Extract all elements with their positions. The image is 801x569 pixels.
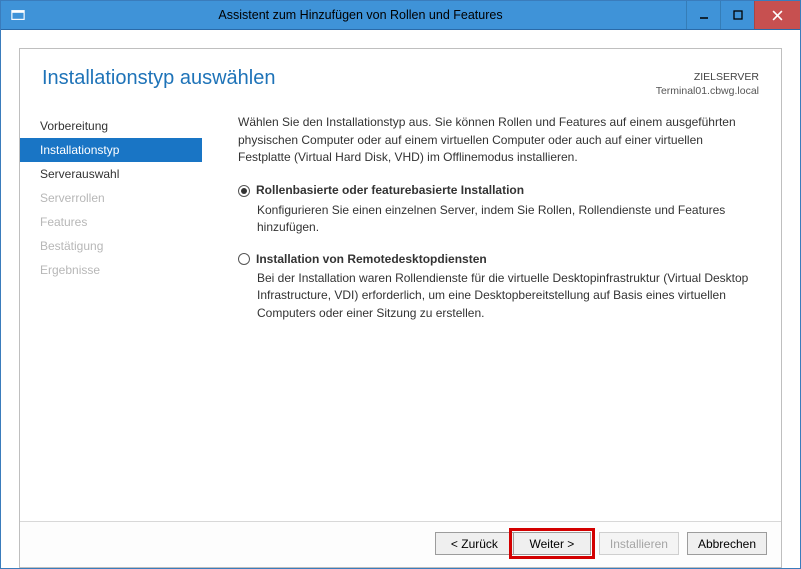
window-title: Assistent zum Hinzufügen von Rollen und … [35, 1, 686, 29]
wizard-window: Assistent zum Hinzufügen von Rollen und … [0, 0, 801, 569]
footer: < Zurück Weiter > Installieren Abbrechen [20, 521, 781, 567]
nav-item-serverrollen: Serverrollen [20, 186, 202, 210]
nav-button-pair: < Zurück Weiter > [435, 532, 591, 555]
nav-item-features: Features [20, 210, 202, 234]
target-server-value: Terminal01.cbwg.local [656, 85, 759, 99]
install-button: Installieren [599, 532, 679, 555]
main-row: Vorbereitung Installationstyp Serverausw… [20, 106, 781, 521]
wizard-nav: Vorbereitung Installationstyp Serverausw… [20, 114, 202, 521]
radio-rds[interactable] [238, 253, 250, 265]
nav-item-serverauswahl[interactable]: Serverauswahl [20, 162, 202, 186]
nav-item-vorbereitung[interactable]: Vorbereitung [20, 114, 202, 138]
target-server-info: ZIELSERVER Terminal01.cbwg.local [656, 67, 759, 98]
body-area: Installationstyp auswählen ZIELSERVER Te… [1, 30, 800, 568]
maximize-button[interactable] [720, 1, 754, 29]
next-button[interactable]: Weiter > [513, 532, 591, 555]
nav-item-bestaetigung: Bestätigung [20, 234, 202, 258]
option-rds-desc: Bei der Installation waren Rollendienste… [238, 270, 757, 322]
content-area: Wählen Sie den Installationstyp aus. Sie… [202, 114, 781, 521]
back-button[interactable]: < Zurück [435, 532, 513, 555]
option-role-based-title: Rollenbasierte oder featurebasierte Inst… [256, 182, 524, 199]
close-button[interactable] [754, 1, 800, 29]
cancel-button[interactable]: Abbrechen [687, 532, 767, 555]
titlebar[interactable]: Assistent zum Hinzufügen von Rollen und … [1, 1, 800, 30]
minimize-button[interactable] [686, 1, 720, 29]
page-title: Installationstyp auswählen [42, 67, 275, 98]
target-server-label: ZIELSERVER [656, 71, 759, 85]
option-rds[interactable]: Installation von Remotedesktopdiensten B… [238, 251, 757, 323]
option-role-based-desc: Konfigurieren Sie einen einzelnen Server… [238, 202, 757, 237]
option-role-based[interactable]: Rollenbasierte oder featurebasierte Inst… [238, 182, 757, 236]
option-rds-title: Installation von Remotedesktopdiensten [256, 251, 487, 268]
nav-item-installationstyp[interactable]: Installationstyp [20, 138, 202, 162]
radio-role-based[interactable] [238, 185, 250, 197]
app-icon [1, 1, 35, 29]
content-panel: Installationstyp auswählen ZIELSERVER Te… [19, 48, 782, 568]
nav-item-ergebnisse: Ergebnisse [20, 258, 202, 282]
intro-text: Wählen Sie den Installationstyp aus. Sie… [238, 114, 757, 166]
window-controls [686, 1, 800, 29]
header-row: Installationstyp auswählen ZIELSERVER Te… [20, 49, 781, 106]
